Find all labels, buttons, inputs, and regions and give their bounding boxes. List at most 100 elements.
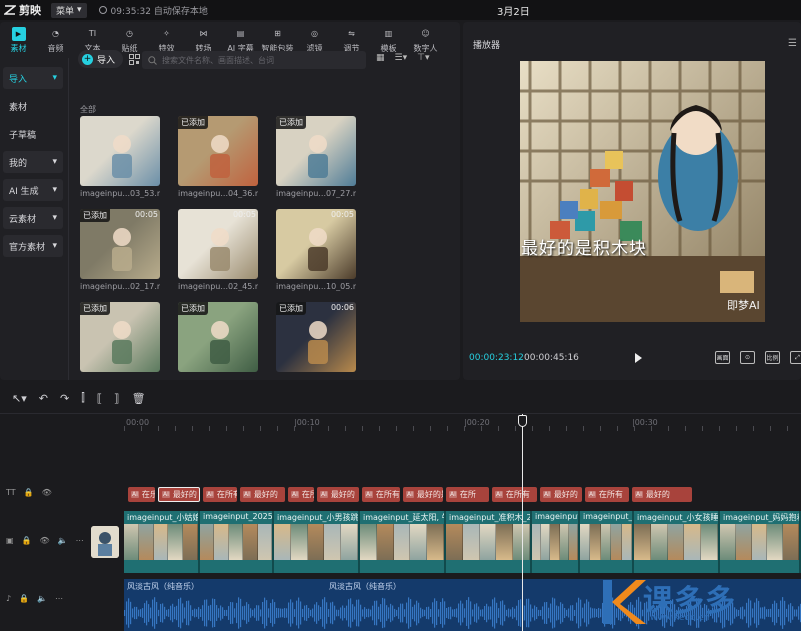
select-tool-icon[interactable]: ↖▾ bbox=[12, 392, 27, 405]
added-badge: 已添加 bbox=[276, 302, 306, 315]
menu-button[interactable]: 菜单 ▾ bbox=[51, 2, 87, 18]
video-clip[interactable]: imageinput_延太阳, 牛4 bbox=[360, 511, 446, 573]
media-filename: imageinpu...10_05.mp4 bbox=[276, 282, 356, 291]
search-input[interactable] bbox=[162, 55, 352, 65]
text-clip[interactable]: AI 在乐 bbox=[128, 487, 155, 502]
lock-icon[interactable]: 🔒 bbox=[19, 594, 29, 603]
volume-icon[interactable]: 🔈 bbox=[37, 594, 47, 603]
media-item[interactable]: imageinpu...03_53.mp4 bbox=[80, 116, 160, 198]
lock-icon[interactable]: 🔒 bbox=[22, 536, 32, 545]
frame-button[interactable]: 画面 bbox=[715, 351, 730, 364]
video-clip[interactable]: imageinput_妈妈抱着男 bbox=[720, 511, 801, 573]
media-item[interactable]: 00:05 imageinpu...02_45.mp4 bbox=[178, 209, 258, 291]
duration-label: 00:05 bbox=[330, 210, 354, 219]
sidebar-item[interactable]: 素材 bbox=[3, 95, 63, 117]
ruler-tick bbox=[192, 426, 193, 431]
audio-clip-label[interactable]: 风淡古风（纯音乐） bbox=[127, 581, 199, 592]
text-clip[interactable]: AI 最好的 bbox=[158, 487, 200, 502]
sidebar-item[interactable]: 云素材 ▾ bbox=[3, 207, 63, 229]
video-clip[interactable]: imageinput_小男孩跳下 bbox=[274, 511, 360, 573]
volume-icon[interactable]: 🔈 bbox=[58, 536, 68, 545]
media-item[interactable]: 已添加 imageinpu...07_27.mp4 bbox=[276, 116, 356, 198]
media-item[interactable]: 已添加 imageinpu...04_36.mp4 bbox=[178, 116, 258, 198]
fullscreen-button[interactable]: ⤢ bbox=[790, 351, 801, 364]
playhead-line[interactable] bbox=[522, 414, 523, 631]
video-clip[interactable]: imageinput_ bbox=[580, 511, 634, 573]
tab-media[interactable]: ▶ 素材 bbox=[0, 22, 37, 58]
media-item[interactable]: 已添加 00:05 imageinpu...02_17.mp4 bbox=[80, 209, 160, 291]
video-clip[interactable]: imageinput_准积木_202 bbox=[446, 511, 532, 573]
video-clip-label: imageinput_准积木_202 bbox=[449, 513, 532, 522]
ruler-tick bbox=[634, 426, 635, 431]
sidebar-item[interactable]: 官方素材 ▾ bbox=[3, 235, 63, 257]
clip-frame-strip bbox=[634, 524, 718, 560]
video-preview[interactable] bbox=[520, 61, 765, 322]
video-logo-text: 即梦AI bbox=[727, 299, 760, 312]
media-item[interactable]: 已添加 bbox=[80, 302, 160, 372]
view-controls: ▦ ☰▾ ⊤▾ bbox=[376, 53, 429, 63]
media-search-box[interactable] bbox=[142, 51, 366, 69]
undo-icon[interactable]: ↶ bbox=[39, 392, 48, 405]
text-clip-label: 最好的 bbox=[553, 490, 578, 499]
text-clip[interactable]: AI在所有 bbox=[203, 487, 237, 502]
video-cover-thumbnail[interactable] bbox=[91, 526, 119, 558]
autosave-text: 09:35:32 自动保存本地 bbox=[110, 6, 208, 17]
app-logo: 剪映 bbox=[4, 2, 41, 18]
text-clip[interactable]: AI在所有 bbox=[288, 487, 314, 502]
playhead-handle[interactable] bbox=[518, 415, 527, 427]
text-clip-label: 最好的 bbox=[645, 490, 670, 499]
duration-label: 00:05 bbox=[232, 210, 256, 219]
hamburger-menu-icon[interactable]: ☰ bbox=[788, 38, 797, 49]
text-clip[interactable]: AI 最好的 bbox=[632, 487, 692, 502]
split-icon[interactable]: ⫿ bbox=[81, 391, 85, 405]
text-clip[interactable]: AI在所有 bbox=[362, 487, 400, 502]
video-clip[interactable]: imageinput_ bbox=[532, 511, 580, 573]
media-item[interactable]: 已添加 00:06 bbox=[276, 302, 356, 372]
play-icon[interactable] bbox=[635, 353, 642, 363]
ruler-tick bbox=[243, 426, 244, 431]
eye-icon[interactable]: 👁 bbox=[40, 536, 50, 545]
sidebar-item-label: 官方素材 bbox=[9, 242, 46, 253]
sidebar-item[interactable]: 子草稿 bbox=[3, 123, 63, 145]
text-clip[interactable]: AI在所有 bbox=[492, 487, 537, 502]
more-icon[interactable]: ⋯ bbox=[76, 536, 84, 545]
qr-code-icon[interactable] bbox=[129, 53, 141, 65]
text-clip[interactable]: AI 最好的 bbox=[540, 487, 582, 502]
video-clip[interactable]: imageinput_小女孩睡在 bbox=[634, 511, 720, 573]
text-clip[interactable]: AI最好的是 bbox=[403, 487, 443, 502]
title-bar: 剪映 菜单 ▾ 09:35:32 自动保存本地 3月2日 bbox=[0, 0, 801, 20]
text-clip[interactable]: AI 在所 bbox=[446, 487, 489, 502]
delete-icon[interactable]: 🗑 bbox=[132, 392, 146, 405]
media-item[interactable]: 00:05 imageinpu...10_05.mp4 bbox=[276, 209, 356, 291]
split-right-icon[interactable]: ⟧ bbox=[114, 392, 119, 405]
text-clip[interactable]: AI在所有 bbox=[585, 487, 629, 502]
sort-icon[interactable]: ☰▾ bbox=[395, 53, 408, 63]
video-clip[interactable]: imageinput_2025-0 bbox=[200, 511, 274, 573]
lock-icon[interactable]: 🔒 bbox=[24, 488, 34, 497]
timeline-ruler[interactable]: 00:00 |00:10 |00:20 |00:30 bbox=[124, 414, 801, 432]
fit-screen-button[interactable]: ⊙ bbox=[740, 351, 755, 364]
video-clip[interactable]: imageinput_小姑娘演 bbox=[124, 511, 200, 573]
ratio-button[interactable]: 比例 bbox=[765, 351, 780, 364]
redo-icon[interactable]: ↷ bbox=[60, 392, 69, 405]
ai-text-icon: AI bbox=[291, 491, 299, 498]
media-section-label: 全部 bbox=[80, 105, 96, 114]
ruler-label: |00:20 bbox=[464, 418, 490, 427]
sidebar-item[interactable]: AI 生成 ▾ bbox=[3, 179, 63, 201]
filter-icon[interactable]: ⊤▾ bbox=[417, 53, 429, 63]
text-clip[interactable]: AI 最好的 bbox=[317, 487, 359, 502]
audio-clip-label[interactable]: 风淡古风（纯音乐） bbox=[329, 581, 401, 592]
text-clip[interactable]: AI 最好的 bbox=[240, 487, 285, 502]
grid-view-icon[interactable]: ▦ bbox=[376, 53, 385, 63]
import-button[interactable]: + 导入 bbox=[78, 50, 124, 68]
tab-audio[interactable]: ◔ 音频 bbox=[37, 22, 74, 58]
sidebar-item[interactable]: 我的 ▾ bbox=[3, 151, 63, 173]
ruler-tick bbox=[464, 426, 465, 431]
media-item[interactable]: 已添加 bbox=[178, 302, 258, 372]
more-icon[interactable]: ⋯ bbox=[55, 594, 63, 603]
search-icon bbox=[148, 55, 157, 65]
split-left-icon[interactable]: ⟦ bbox=[97, 392, 102, 405]
sidebar-item[interactable]: 导入 ▾ bbox=[3, 67, 63, 89]
eye-icon[interactable]: 👁 bbox=[42, 488, 52, 497]
total-time: 00:00:45:16 bbox=[524, 353, 579, 363]
